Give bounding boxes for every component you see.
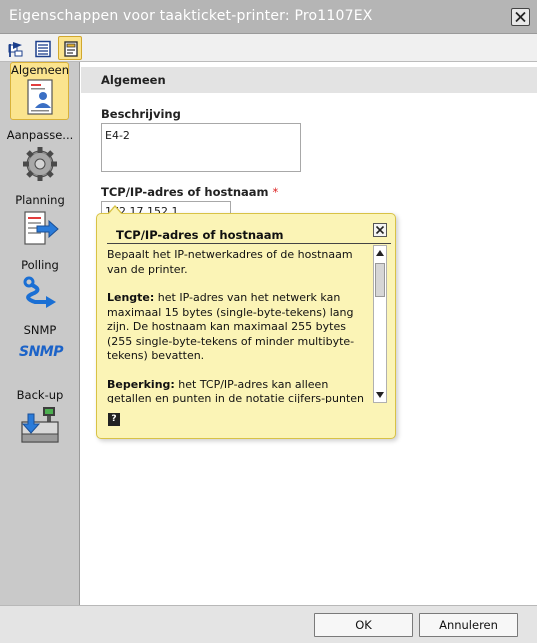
section-title: Algemeen — [101, 73, 166, 87]
close-icon — [375, 225, 385, 235]
ip-label-row: TCP/IP-adres of hostnaam * — [101, 185, 278, 199]
toolbar — [0, 34, 537, 62]
tooltip-body: Bepaalt het IP-netwerkadres of de hostna… — [107, 245, 372, 403]
schedule-arrow-icon — [19, 209, 61, 251]
document-user-icon — [19, 77, 61, 119]
list-icon — [35, 40, 51, 58]
toolbar-flag-button[interactable] — [3, 36, 27, 60]
description-label: Beschrijving — [101, 107, 181, 121]
tooltip-intro: Bepaalt het IP-netwerkadres of de hostna… — [107, 248, 353, 276]
title-bar: Eigenschappen voor taakticket-printer: P… — [0, 0, 537, 34]
snmp-icon: SNMP — [19, 341, 64, 371]
tooltip-restriction-paragraph: Beperking: het TCP/IP-adres kan alleen g… — [107, 378, 372, 404]
toolbar-note-button[interactable] — [58, 36, 82, 60]
tooltip-title: TCP/IP-adres of hostnaam — [116, 228, 284, 242]
scroll-down-arrow-icon[interactable] — [374, 388, 386, 402]
scrollbar-thumb[interactable] — [375, 263, 385, 297]
polling-arrow-icon — [19, 274, 61, 316]
window-close-button[interactable] — [511, 8, 530, 26]
window-title: Eigenschappen voor taakticket-printer: P… — [9, 8, 373, 24]
tooltip-restriction-heading: Beperking: — [107, 377, 175, 391]
sidebar-item-algemeen[interactable]: Algemeen — [0, 62, 80, 120]
help-icon[interactable]: ? — [108, 413, 120, 426]
sidebar-item-snmp[interactable]: SNMP SNMP — [0, 323, 80, 371]
ok-button[interactable]: OK — [314, 613, 413, 637]
tooltip-length-paragraph: Lengte: het IP-adres van het netwerk kan… — [107, 291, 372, 364]
gear-icon — [19, 143, 61, 185]
sidebar-item-label: Polling — [21, 258, 59, 272]
tooltip-close-button[interactable] — [373, 223, 387, 237]
sidebar: Algemeen Aanpasse... Planning Polling SN… — [0, 62, 80, 605]
snmp-icon-text: SNMP — [19, 344, 64, 360]
toolbar-list-button[interactable] — [30, 36, 54, 60]
note-icon — [64, 41, 78, 57]
sidebar-item-planning[interactable]: Planning — [0, 193, 80, 251]
help-tooltip: TCP/IP-adres of hostnaam Bepaalt het IP-… — [96, 205, 396, 439]
tooltip-scrollbar[interactable] — [373, 245, 387, 403]
sidebar-item-label: SNMP — [23, 323, 57, 337]
sidebar-item-backup[interactable]: Back-up — [0, 388, 80, 446]
ip-label: TCP/IP-adres of hostnaam — [101, 185, 269, 199]
section-header: Algemeen — [81, 67, 537, 93]
sidebar-item-polling[interactable]: Polling — [0, 258, 80, 316]
sidebar-item-label: Planning — [15, 193, 65, 207]
description-field[interactable]: E4-2 — [101, 123, 301, 172]
scroll-up-arrow-icon[interactable] — [374, 246, 386, 260]
close-icon — [515, 11, 526, 23]
dialog-footer: OK Annuleren — [0, 605, 537, 643]
tooltip-divider — [107, 243, 391, 244]
sidebar-item-label: Aanpasse... — [6, 128, 74, 142]
required-marker: * — [272, 185, 279, 199]
backup-icon — [19, 404, 61, 446]
tooltip-length-heading: Lengte: — [107, 291, 155, 304]
sidebar-item-label: Back-up — [16, 388, 64, 402]
cancel-button[interactable]: Annuleren — [419, 613, 518, 637]
sidebar-item-aanpassen[interactable]: Aanpasse... — [0, 128, 80, 185]
flag-icon — [8, 42, 23, 57]
sidebar-item-label: Algemeen — [10, 63, 70, 77]
